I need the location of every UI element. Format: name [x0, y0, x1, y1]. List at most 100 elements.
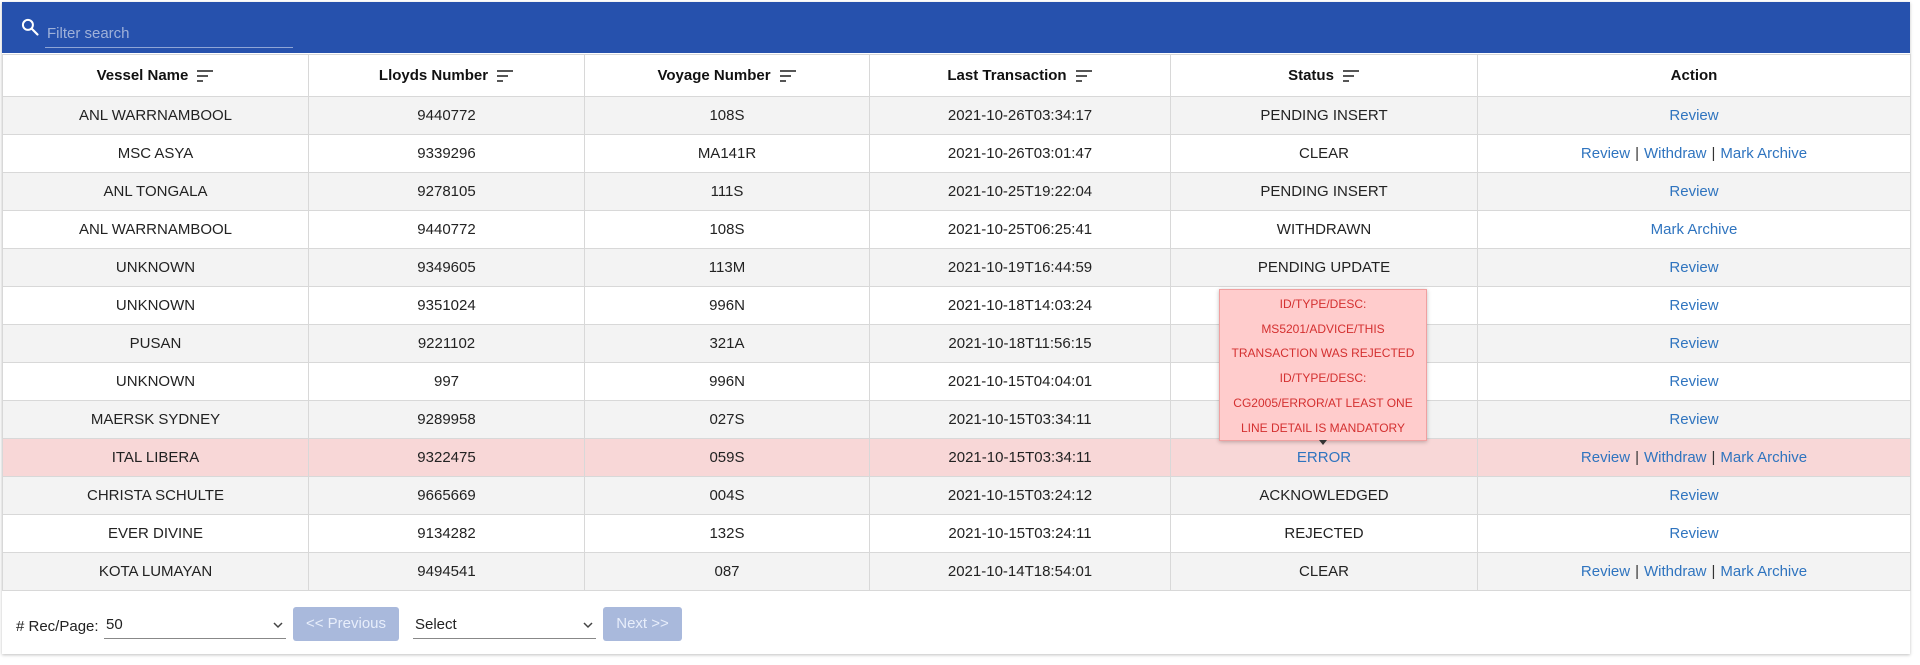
- chevron-down-icon: [273, 622, 283, 629]
- vessel-name-cell: ANL TONGALA: [2, 172, 309, 211]
- last-transaction-cell: 2021-10-15T03:24:11: [869, 514, 1171, 553]
- lloyds-number-cell: 997: [308, 362, 585, 401]
- mark-archive-link[interactable]: Mark Archive: [1720, 563, 1807, 580]
- sort-icon[interactable]: [1342, 69, 1360, 83]
- status-error-link[interactable]: ERROR: [1297, 449, 1351, 466]
- table-row: EVER DIVINE 9134282 132S 2021-10-15T03:24:1…: [2, 514, 1911, 553]
- action-separator: |: [1635, 563, 1639, 580]
- cell-text: 004S: [709, 487, 745, 504]
- vessel-name-cell: UNKNOWN: [2, 362, 309, 401]
- tooltip-line: CG2005/ERROR/AT LEAST ONE: [1233, 395, 1413, 410]
- cell-text: EVER DIVINE: [107, 525, 204, 542]
- lloyds-number-cell: 9665669: [308, 476, 585, 515]
- table-header-row: Vessel Name Lloyds Number Voyage Number Las…: [2, 54, 1911, 97]
- withdraw-link[interactable]: Withdraw: [1644, 449, 1707, 466]
- action-separator: |: [1635, 145, 1639, 162]
- cell-text: 997: [433, 373, 460, 390]
- cell-text: 9440772: [417, 107, 476, 124]
- action-cell: Review: [1477, 96, 1911, 135]
- lloyds-number-cell: 9134282: [308, 514, 585, 553]
- status-cell: CLEAR: [1170, 552, 1478, 591]
- review-link[interactable]: Review: [1669, 259, 1718, 276]
- table-row: KOTA LUMAYAN 9494541 087 2021-10-14T18:54:0…: [2, 552, 1911, 591]
- cell-text: UNKNOWN: [115, 373, 196, 390]
- action-cell: Mark Archive: [1477, 210, 1911, 249]
- action-cell: Review | Withdraw | Mark Archive: [1477, 438, 1911, 477]
- search-input[interactable]: [45, 19, 293, 48]
- mark-archive-link[interactable]: Mark Archive: [1651, 221, 1738, 238]
- table-row: UNKNOWN 9351024 996N 2021-10-18T14:03:24 Rev…: [2, 286, 1911, 325]
- mark-archive-link[interactable]: Mark Archive: [1720, 145, 1807, 162]
- cell-text: 9665669: [417, 487, 476, 504]
- vessel-name-cell: PUSAN: [2, 324, 309, 363]
- records-per-page-select[interactable]: 50: [104, 612, 286, 639]
- cell-text: ANL WARRNAMBOOL: [78, 221, 233, 238]
- vessel-name-cell: UNKNOWN: [2, 248, 309, 287]
- review-link[interactable]: Review: [1669, 525, 1718, 542]
- voyage-number-cell: 321A: [584, 324, 870, 363]
- review-link[interactable]: Review: [1669, 183, 1718, 200]
- lloyds-number-cell: 9339296: [308, 134, 585, 173]
- cell-text: 027S: [709, 411, 745, 428]
- voyage-number-cell: 996N: [584, 286, 870, 325]
- review-link[interactable]: Review: [1669, 335, 1718, 352]
- page-select[interactable]: Select: [413, 612, 596, 639]
- cell-text: ACKNOWLEDGED: [1259, 487, 1389, 504]
- lloyds-number-cell: 9440772: [308, 96, 585, 135]
- chevron-down-icon: [583, 622, 593, 629]
- sort-icon[interactable]: [1075, 69, 1093, 83]
- mark-archive-link[interactable]: Mark Archive: [1720, 449, 1807, 466]
- cell-text: 9440772: [417, 221, 476, 238]
- voyage-number-cell: 111S: [584, 172, 870, 211]
- column-header-label: Status: [1288, 67, 1334, 84]
- review-link[interactable]: Review: [1581, 449, 1630, 466]
- cell-text: CLEAR: [1298, 563, 1350, 580]
- review-link[interactable]: Review: [1669, 373, 1718, 390]
- grid-panel: Vessel Name Lloyds Number Voyage Number Las…: [2, 2, 1911, 654]
- cell-text: 132S: [709, 525, 745, 542]
- last-transaction-cell: 2021-10-15T03:34:11: [869, 438, 1171, 477]
- cell-text: 321A: [709, 335, 745, 352]
- cell-text: 113M: [708, 259, 746, 276]
- cell-text: 2021-10-25T19:22:04: [947, 183, 1093, 200]
- cell-text: 2021-10-19T16:44:59: [947, 259, 1093, 276]
- review-link[interactable]: Review: [1669, 411, 1718, 428]
- column-header-last-transaction[interactable]: Last Transaction: [869, 54, 1171, 97]
- cell-text: 059S: [709, 449, 745, 466]
- last-transaction-cell: 2021-10-19T16:44:59: [869, 248, 1171, 287]
- next-page-button[interactable]: Next >>: [603, 607, 682, 641]
- review-link[interactable]: Review: [1581, 145, 1630, 162]
- column-header-label: Action: [1670, 67, 1718, 84]
- tooltip-line: LINE DETAIL IS MANDATORY: [1240, 420, 1406, 435]
- previous-page-button[interactable]: << Previous: [293, 607, 399, 641]
- review-link[interactable]: Review: [1669, 297, 1718, 314]
- last-transaction-cell: 2021-10-18T11:56:15: [869, 324, 1171, 363]
- cell-text: UNKNOWN: [115, 259, 196, 276]
- search-bar: [2, 2, 1910, 53]
- cell-text: MA141R: [697, 145, 757, 162]
- error-tooltip: ID/TYPE/DESC: MS5201/ADVICE/THIS TRANSACTI…: [1219, 289, 1427, 441]
- status-cell: WITHDRAWN: [1170, 210, 1478, 249]
- table-row: UNKNOWN 9349605 113M 2021-10-19T16:44:59 PEN…: [2, 248, 1911, 287]
- column-header-status[interactable]: Status: [1170, 54, 1478, 97]
- sort-icon[interactable]: [196, 69, 214, 83]
- cell-text: 087: [714, 563, 740, 580]
- cell-text: 2021-10-18T11:56:15: [948, 335, 1092, 352]
- action-cell: Review: [1477, 324, 1911, 363]
- column-header-vessel-name[interactable]: Vessel Name: [2, 54, 309, 97]
- withdraw-link[interactable]: Withdraw: [1644, 563, 1707, 580]
- review-link[interactable]: Review: [1669, 487, 1718, 504]
- cell-text: 2021-10-15T03:24:11: [948, 525, 1092, 542]
- cell-text: 2021-10-18T14:03:24: [947, 297, 1093, 314]
- cell-text: 9289958: [417, 411, 476, 428]
- withdraw-link[interactable]: Withdraw: [1644, 145, 1707, 162]
- review-link[interactable]: Review: [1669, 107, 1718, 124]
- review-link[interactable]: Review: [1581, 563, 1630, 580]
- column-header-lloyds-number[interactable]: Lloyds Number: [308, 54, 585, 97]
- column-header-voyage-number[interactable]: Voyage Number: [584, 54, 870, 97]
- voyage-number-cell: 004S: [584, 476, 870, 515]
- table-row: ANL WARRNAMBOOL 9440772 108S 2021-10-25T06:…: [2, 210, 1911, 249]
- voyage-number-cell: 108S: [584, 210, 870, 249]
- sort-icon[interactable]: [496, 69, 514, 83]
- sort-icon[interactable]: [779, 69, 797, 83]
